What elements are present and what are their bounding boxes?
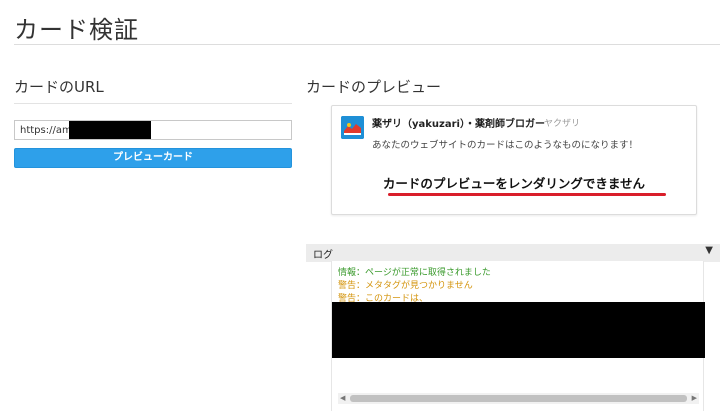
scroll-right-icon[interactable]: ▶: [692, 393, 697, 404]
error-underline: [388, 193, 666, 196]
log-redaction: [332, 302, 705, 358]
scroll-left-icon[interactable]: ◀: [340, 393, 345, 404]
site-logo-icon: [341, 116, 364, 139]
card-description: あなたのウェブサイトのカードはこのようなものになります！: [372, 140, 639, 151]
url-redaction: [69, 121, 151, 139]
card-site-title: 薬ザリ（yakuzari）・薬剤師ブロガー: [372, 119, 545, 130]
triangle-down-icon[interactable]: ▼: [705, 245, 713, 256]
horizontal-scrollbar[interactable]: ◀ ▶: [338, 393, 699, 404]
url-input-box[interactable]: [14, 120, 292, 140]
preview-card-button[interactable]: プレビューカード: [14, 148, 292, 168]
url-section-divider: [14, 103, 292, 104]
url-input[interactable]: [15, 121, 291, 139]
card-preview: 薬ザリ（yakuzari）・薬剤師ブロガー ヤクザリ あなたのウェブサイトのカー…: [331, 105, 697, 215]
log-warning-meta: 警告：メタタグが見つかりません: [338, 281, 473, 291]
card-author: ヤクザリ: [544, 119, 581, 129]
log-info-line: 情報：ページが正常に取得されました: [338, 268, 491, 278]
log-header[interactable]: ログ ▼: [306, 244, 720, 262]
url-section-heading: カードのURL: [14, 78, 104, 96]
scrollbar-thumb[interactable]: [350, 395, 687, 402]
title-divider: [14, 44, 720, 45]
card-error-message: カードのプレビューをレンダリングできません: [382, 176, 646, 191]
preview-section-heading: カードのプレビュー: [306, 78, 442, 96]
log-label: ログ: [313, 250, 333, 261]
log-panel: 情報：ページが正常に取得されました 警告：メタタグが見つかりません 警告：このカ…: [331, 261, 705, 411]
page-title: カード検証: [14, 16, 139, 44]
